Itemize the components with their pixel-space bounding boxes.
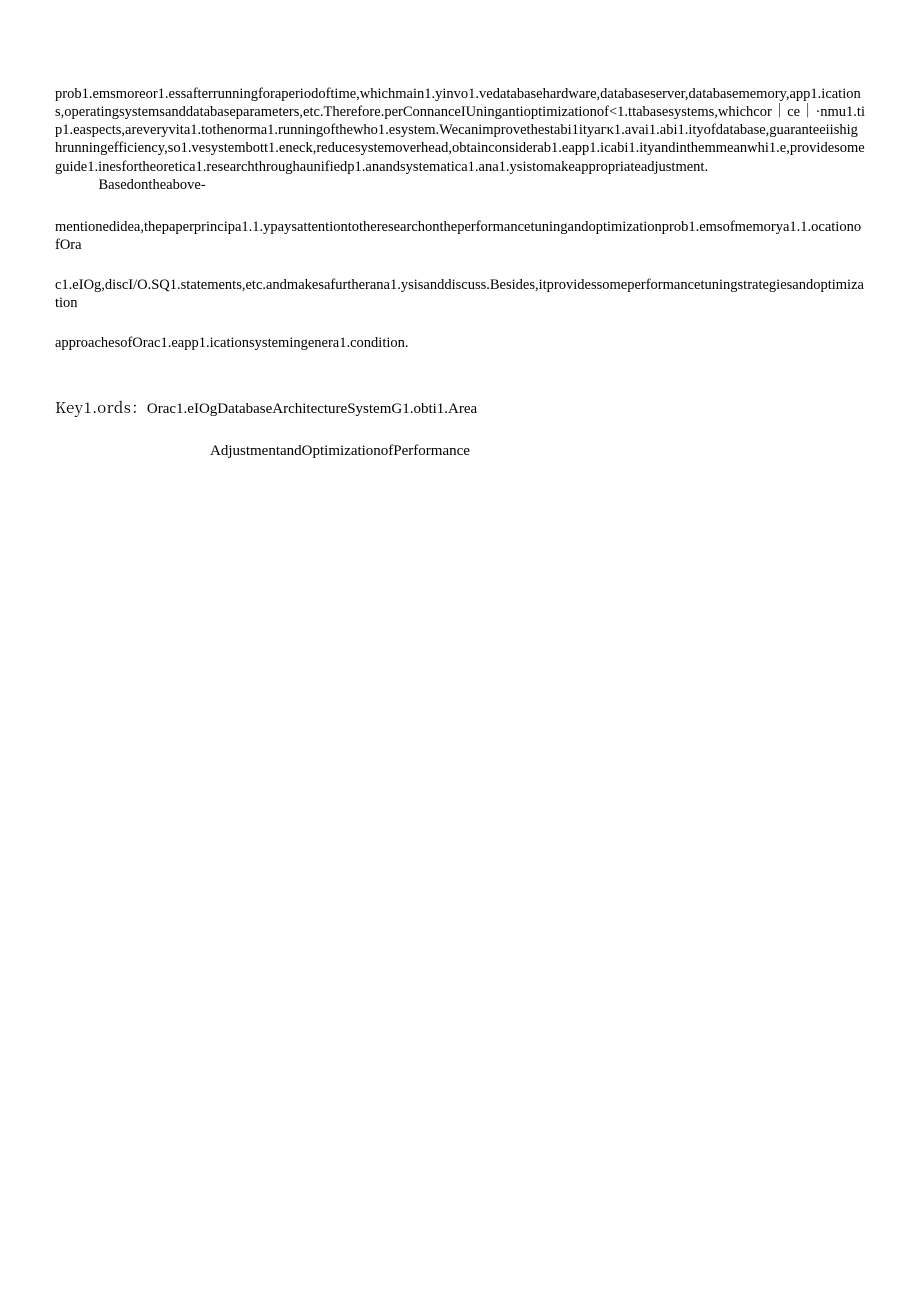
abstract-paragraph-1: prob1.emsmoreor1.essafterrunningforaperi… xyxy=(55,85,865,176)
abstract-line-c: approachesofOrac1.eapp1.icationsysteming… xyxy=(55,334,865,352)
abstract-para2-prefix: Basedontheabove- xyxy=(99,177,206,193)
keywords-value-1: Orac1.eIOgDatabaseArchitectureSystemG1.o… xyxy=(147,401,477,417)
keywords-label: Key1.ords： xyxy=(55,397,147,418)
keywords-value-2: AdjustmentandOptimizationofPerformance xyxy=(210,443,470,459)
abstract-line-a: mentionedidea,thepaperprincipa1.1.ypaysa… xyxy=(55,218,865,254)
keywords-line-1: Key1.ords：Orac1.eIOgDatabaseArchitecture… xyxy=(55,398,865,420)
abstract-paragraph-2-start: Basedontheabove- xyxy=(55,176,865,194)
abstract-line-b: c1.eIOg,discI/O.SQ1.statements,etc.andma… xyxy=(55,276,865,312)
abstract-para1-text: prob1.emsmoreor1.essafterrunningforaperi… xyxy=(55,86,865,175)
abstract-spaced-lines: mentionedidea,thepaperprincipa1.1.ypaysa… xyxy=(55,194,865,353)
keywords-line-2: AdjustmentandOptimizationofPerformance xyxy=(55,442,865,462)
